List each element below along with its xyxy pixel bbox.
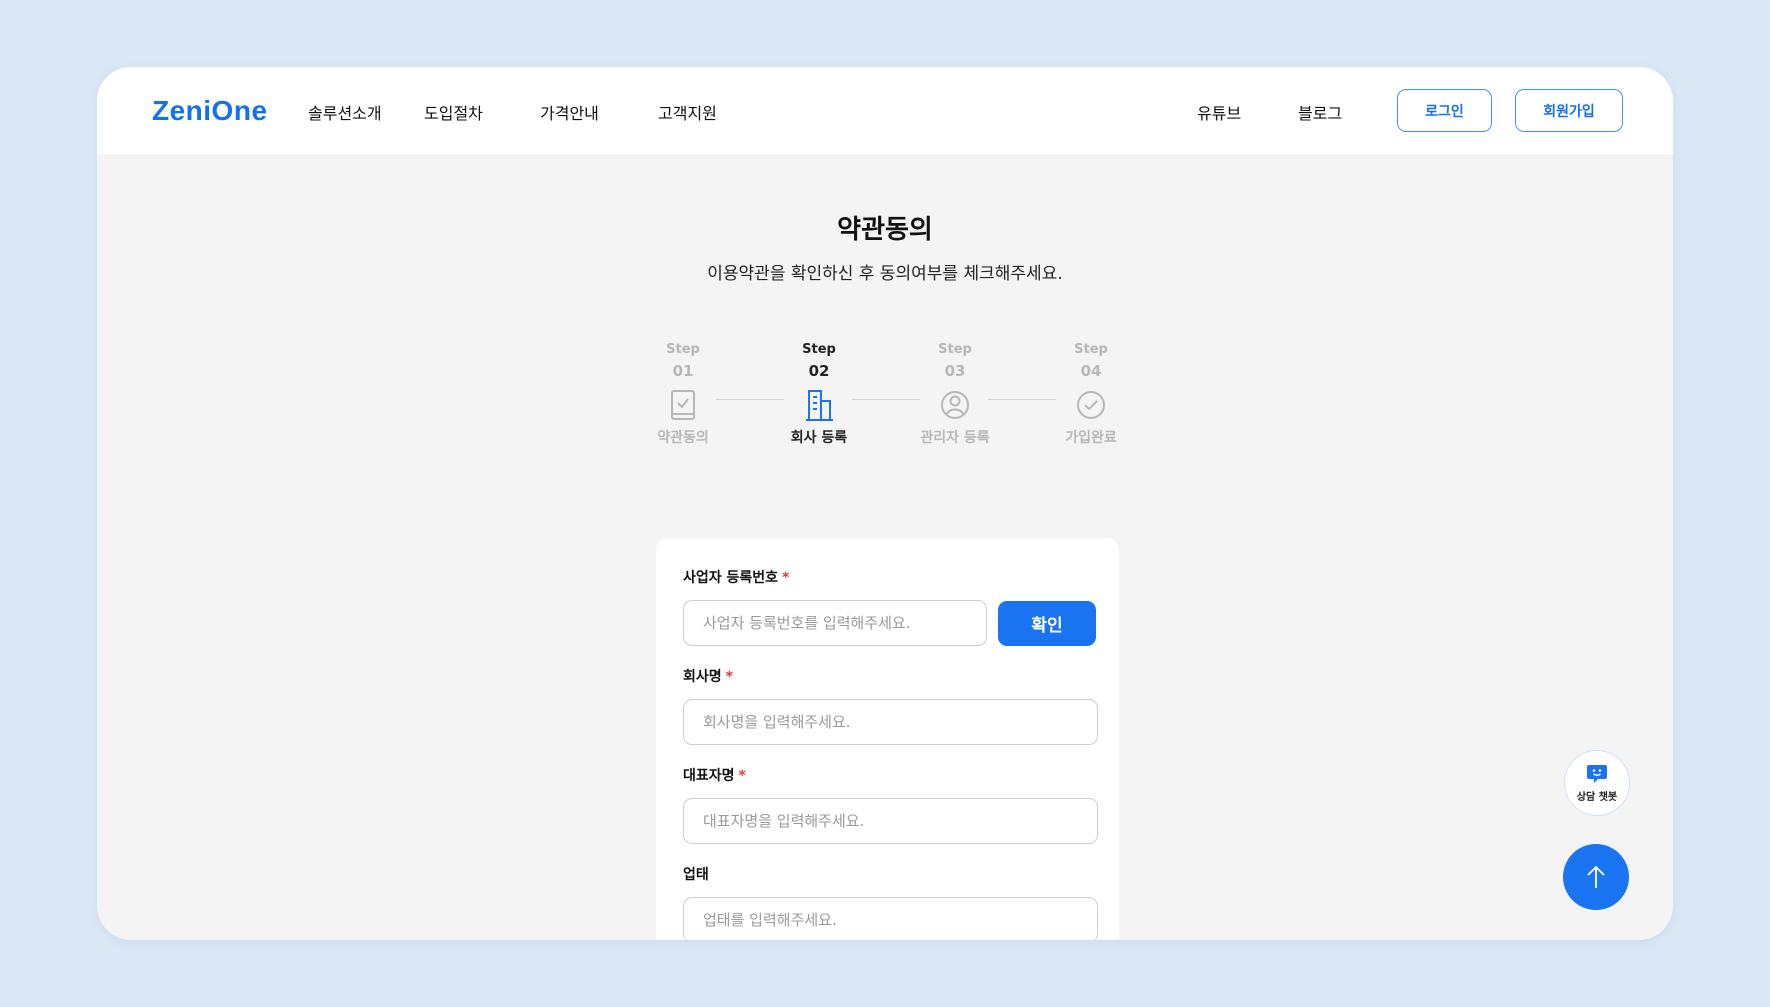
step-1: Step 01 약관동의 <box>628 342 738 447</box>
step-number: 01 <box>672 362 694 380</box>
step-name: 회사 등록 <box>790 430 848 446</box>
user-circle-icon <box>941 391 969 419</box>
company-name-label: 회사명 * <box>683 669 733 685</box>
arrow-up-icon <box>1587 865 1605 888</box>
check-circle-icon <box>1077 391 1105 419</box>
biz-type-input[interactable] <box>683 897 1098 940</box>
company-registration-form: 사업자 등록번호* 확인 회사명* 대표자명* 업태 <box>656 538 1119 940</box>
login-button[interactable]: 로그인 <box>1397 89 1492 132</box>
ceo-name-input[interactable] <box>683 798 1098 844</box>
nav-blog[interactable]: 블로그 <box>1298 100 1342 124</box>
chatbot-button[interactable]: 상담 챗봇 <box>1564 750 1630 816</box>
step-name: 가입완료 <box>1065 430 1117 446</box>
company-name-input[interactable] <box>683 699 1098 745</box>
step-number: 04 <box>1080 362 1102 380</box>
required-mark: * <box>738 768 746 784</box>
required-mark: * <box>725 669 733 685</box>
biz-no-label: 사업자 등록번호 * <box>683 570 790 586</box>
nav-pricing[interactable]: 가격안내 <box>540 100 599 124</box>
step-label: Step <box>802 342 836 357</box>
biz-type-label: 업태 <box>683 867 709 883</box>
signup-button[interactable]: 회원가입 <box>1515 89 1623 132</box>
verify-button[interactable]: 확인 <box>998 601 1096 646</box>
nav-support[interactable]: 고객지원 <box>658 100 717 124</box>
zenione-logo[interactable]: ZeniOne <box>152 95 268 127</box>
page-title: 약관동의 <box>837 215 933 245</box>
step-label: Step <box>938 342 972 357</box>
step-4: Step 04 가입완료 <box>1036 342 1146 447</box>
step-label: Step <box>1074 342 1108 357</box>
app-window: ZeniOne 솔루션소개 도입절차 가격안내 고객지원 유튜브 블로그 로그인… <box>97 67 1673 940</box>
scroll-top-button[interactable] <box>1563 844 1629 910</box>
step-number: 03 <box>944 362 966 380</box>
step-name: 약관동의 <box>657 430 709 446</box>
nav-solution[interactable]: 솔루션소개 <box>308 100 382 124</box>
nav-onboarding[interactable]: 도입절차 <box>424 100 483 124</box>
ceo-name-label: 대표자명 * <box>683 768 746 784</box>
nav-youtube[interactable]: 유튜브 <box>1197 100 1241 124</box>
step-3: Step 03 관리자 등록 <box>900 342 1010 447</box>
page-subtitle: 이용약관을 확인하신 후 동의여부를 체크해주세요. <box>707 264 1063 284</box>
biz-no-input[interactable] <box>683 600 987 646</box>
chat-bubble-icon <box>1587 764 1607 783</box>
building-icon <box>806 390 833 421</box>
step-name: 관리자 등록 <box>920 430 990 446</box>
step-number: 02 <box>808 362 830 380</box>
top-header: ZeniOne 솔루션소개 도입절차 가격안내 고객지원 유튜브 블로그 로그인… <box>97 67 1673 154</box>
document-check-icon <box>671 390 695 420</box>
chatbot-label: 상담 챗봇 <box>1576 791 1618 803</box>
step-2: Step 02 회사 등록 <box>764 342 874 447</box>
step-label: Step <box>666 342 700 357</box>
required-mark: * <box>782 570 790 586</box>
